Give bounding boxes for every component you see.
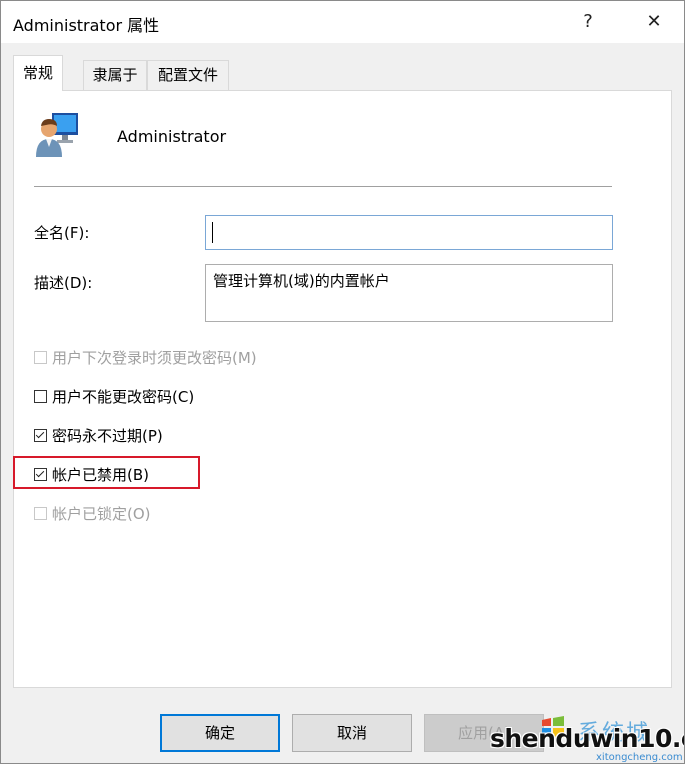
password-never-expires-checkbox[interactable]: 密码永不过期(P): [34, 424, 163, 446]
ok-button[interactable]: 确定: [160, 714, 280, 752]
highlight-box: [13, 456, 200, 489]
general-panel: Administrator 全名(F): 描述(D): 管理计算机(域)的内置帐…: [13, 90, 672, 688]
tab-member-of[interactable]: 隶属于: [83, 60, 147, 90]
fullname-input[interactable]: [205, 215, 613, 250]
checkbox-box[interactable]: [34, 350, 47, 364]
checkbox-label: 用户不能更改密码(C): [52, 387, 195, 406]
cannot-change-password-checkbox[interactable]: 用户不能更改密码(C): [34, 385, 194, 407]
watermark-subtext: xitongcheng.com: [596, 752, 683, 763]
must-change-password-checkbox[interactable]: 用户下次登录时须更改密码(M): [34, 346, 257, 368]
cancel-button[interactable]: 取消: [292, 714, 412, 752]
checkbox-label: 用户下次登录时须更改密码(M): [52, 348, 257, 367]
description-input[interactable]: 管理计算机(域)的内置帐户: [205, 264, 613, 322]
checkbox-box[interactable]: [34, 428, 47, 442]
checkbox-box[interactable]: [34, 389, 47, 403]
description-label: 描述(D):: [34, 274, 93, 292]
watermark: 系统城 shenduwin10.com xitongcheng.com: [486, 714, 684, 763]
checkbox-box[interactable]: [34, 506, 47, 520]
help-button[interactable]: ?: [565, 1, 611, 43]
text-caret: [212, 222, 213, 243]
separator: [34, 186, 612, 188]
tab-general[interactable]: 常规: [13, 55, 63, 91]
close-button[interactable]: ✕: [631, 1, 677, 43]
title-bar: Administrator 属性 ? ✕: [1, 1, 684, 43]
checkbox-label: 帐户已锁定(O): [52, 504, 151, 523]
account-locked-checkbox[interactable]: 帐户已锁定(O): [34, 502, 151, 524]
fullname-label: 全名(F):: [34, 224, 90, 242]
watermark-text: shenduwin10.com: [490, 724, 684, 753]
properties-dialog: Administrator 属性 ? ✕ 常规 隶属于 配置文件 Adminis…: [0, 0, 685, 764]
user-name: Administrator: [117, 127, 227, 146]
checkbox-label: 密码永不过期(P): [52, 426, 163, 445]
tab-profile[interactable]: 配置文件: [147, 60, 229, 90]
window-title: Administrator 属性: [13, 16, 160, 35]
user-monitor-icon: [36, 113, 78, 157]
